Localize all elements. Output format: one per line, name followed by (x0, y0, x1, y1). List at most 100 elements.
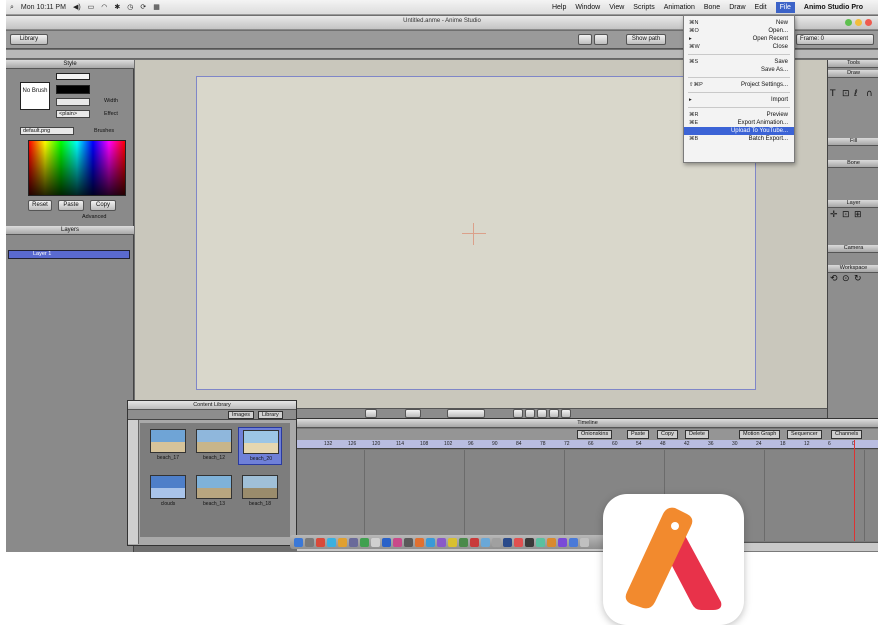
dock-app-icon[interactable] (294, 537, 303, 547)
paste-button[interactable]: Paste (58, 200, 84, 211)
menu-animation[interactable]: Animation (664, 2, 695, 13)
show-path-button[interactable]: Show path (626, 34, 666, 45)
freehand-tool-icon[interactable]: ℓ (854, 89, 858, 99)
artboard[interactable] (196, 76, 756, 390)
effect-select[interactable]: <plain> (56, 110, 90, 118)
play-button[interactable] (537, 409, 547, 418)
library-item-selected[interactable]: beach_20 (238, 427, 282, 465)
dock-app-icon[interactable] (404, 537, 413, 547)
file-menu-item-new[interactable]: ⌘N New (684, 19, 794, 27)
tab-channels[interactable]: Channels (831, 430, 863, 439)
menu-window[interactable]: Window (575, 2, 600, 13)
color-picker[interactable] (28, 140, 126, 196)
dock-app-icon[interactable] (305, 537, 314, 547)
line-color-swatch[interactable] (56, 85, 90, 94)
dock-app-icon[interactable] (481, 537, 490, 547)
file-menu-item-save-as[interactable]: Save As... (684, 66, 794, 74)
playback-button-1[interactable] (365, 409, 377, 418)
menu-view[interactable]: View (609, 2, 624, 13)
file-menu-item-open-recent[interactable]: ▸ Open Recent (684, 35, 794, 43)
menu-bone[interactable]: Bone (704, 2, 720, 13)
sync-icon[interactable]: ⟳ (140, 2, 146, 13)
dock-app-icon[interactable] (448, 537, 457, 547)
library-button[interactable]: Library (10, 34, 48, 45)
dock-app-icon[interactable] (338, 537, 347, 547)
tab-images[interactable]: Images (228, 411, 255, 419)
content-library-scrollbar[interactable] (128, 420, 139, 544)
onionskins-select[interactable]: Onionskins (577, 430, 613, 439)
curve-tool-icon[interactable]: ∩ (866, 89, 873, 99)
file-menu-item-close[interactable]: ⌘W Close (684, 43, 794, 51)
spotlight-icon[interactable]: ⌕ (10, 2, 14, 13)
copy-button[interactable]: Copy (90, 200, 116, 211)
wifi-icon[interactable]: ◠ (101, 2, 107, 13)
zoom-window-icon[interactable] (845, 19, 852, 26)
menu-edit[interactable]: Edit (755, 2, 767, 13)
dock-app-icon[interactable] (316, 537, 325, 547)
dock-app-icon[interactable] (569, 537, 578, 547)
pan-workspace-icon[interactable]: ⟲ (830, 274, 838, 284)
quality-select[interactable] (447, 409, 485, 418)
file-menu-item-import[interactable]: ▸ Import (684, 96, 794, 104)
dock-app-icon[interactable] (525, 537, 534, 547)
file-menu-item-save[interactable]: ⌘S Save (684, 58, 794, 66)
frame-input[interactable] (405, 409, 421, 418)
file-menu-item-upload-to-youtube[interactable]: Upload To YouTube... (684, 127, 794, 135)
brush-select[interactable]: default.png (20, 127, 74, 135)
tab-motion-graph[interactable]: Motion Graph (739, 430, 781, 439)
timeline-delete-button[interactable]: Delete (685, 430, 709, 439)
orbit-workspace-icon[interactable]: ↻ (854, 274, 862, 284)
menu-app-name[interactable]: Animo Studio Pro (804, 2, 863, 13)
minimize-window-icon[interactable] (855, 19, 862, 26)
dock-app-icon[interactable] (437, 537, 446, 547)
timeline-paste-button[interactable]: Paste (627, 430, 650, 439)
file-menu-item-export-animation[interactable]: ⌘E Export Animation... (684, 119, 794, 127)
volume-icon[interactable]: ◀) (73, 2, 81, 13)
menu-draw[interactable]: Draw (729, 2, 745, 13)
fill-color-swatch[interactable] (56, 73, 90, 80)
library-item[interactable]: beach_13 (192, 473, 236, 511)
scale-layer-tool-icon[interactable]: ⊡ (842, 210, 850, 220)
dock-app-icon[interactable] (470, 537, 479, 547)
time-machine-icon[interactable]: ◷ (127, 2, 133, 13)
library-item[interactable]: beach_12 (192, 427, 236, 465)
dock-app-icon[interactable] (349, 537, 358, 547)
text-tool-icon[interactable]: T (830, 89, 836, 99)
toolbar-tool-button-1[interactable] (578, 34, 592, 45)
dock-app-icon[interactable] (393, 537, 402, 547)
tab-sequencer[interactable]: Sequencer (787, 430, 822, 439)
file-menu-item-batch-export[interactable]: ⌘B Batch Export... (684, 135, 794, 143)
tab-library[interactable]: Library (258, 411, 283, 419)
display-icon[interactable]: ▦ (153, 2, 160, 13)
dock-app-icon[interactable] (426, 537, 435, 547)
dock-app-icon[interactable] (415, 537, 424, 547)
width-field[interactable] (56, 98, 90, 106)
dock-app-icon[interactable] (514, 537, 523, 547)
dock-app-icon[interactable] (558, 537, 567, 547)
frame-field[interactable]: Frame: 0 (796, 34, 874, 45)
dock-app-icon[interactable] (371, 537, 380, 547)
timeline-playhead[interactable] (854, 440, 855, 541)
advanced-checkbox[interactable]: Advanced (82, 214, 106, 220)
translate-layer-tool-icon[interactable]: ✛ (830, 210, 838, 220)
dock-app-icon[interactable] (360, 537, 369, 547)
menu-scripts[interactable]: Scripts (633, 2, 654, 13)
dock-app-icon[interactable] (547, 537, 556, 547)
layer-row[interactable]: Layer 1 (8, 250, 130, 259)
library-item[interactable]: beach_18 (238, 473, 282, 511)
timeline-ruler[interactable]: 0612182430364248546066727884909610210811… (297, 440, 878, 449)
rotate-layer-tool-icon[interactable]: ⊞ (854, 210, 862, 220)
timeline-copy-button[interactable]: Copy (657, 430, 678, 439)
reset-button[interactable]: Reset (28, 200, 52, 211)
step-forward-button[interactable] (549, 409, 559, 418)
dock-app-icon[interactable] (459, 537, 468, 547)
menu-help[interactable]: Help (552, 2, 566, 13)
file-menu-item-open[interactable]: ⌘O Open... (684, 27, 794, 35)
file-menu-item-preview[interactable]: ⌘R Preview (684, 111, 794, 119)
library-item[interactable]: beach_17 (146, 427, 190, 465)
dock-app-icon[interactable] (580, 537, 589, 547)
menu-file[interactable]: File (775, 2, 795, 13)
no-brush-swatch[interactable]: No Brush (20, 82, 50, 110)
dock-app-icon[interactable] (382, 537, 391, 547)
rectangle-tool-icon[interactable]: ⊡ (842, 89, 850, 99)
